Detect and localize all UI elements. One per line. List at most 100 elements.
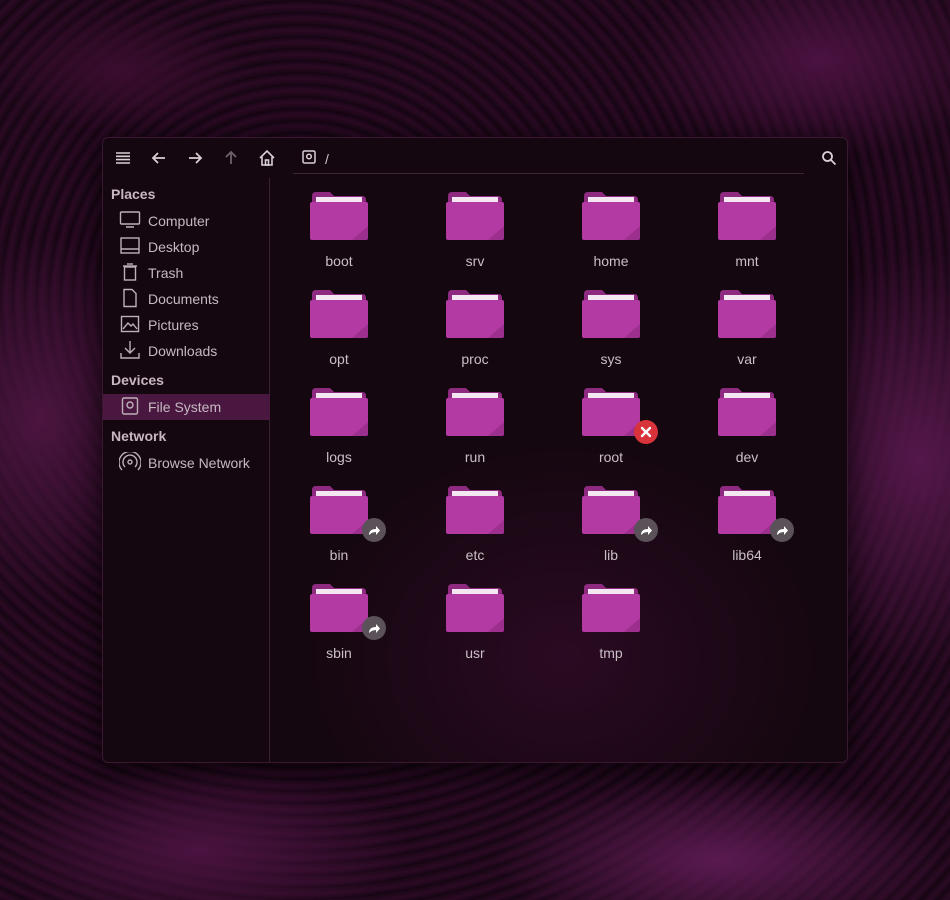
home-icon[interactable] xyxy=(255,146,279,170)
sidebar-item-pictures[interactable]: Pictures xyxy=(103,312,270,338)
folder-icon xyxy=(580,288,642,340)
sidebar-item-documents[interactable]: Documents xyxy=(103,286,270,312)
file-grid: boot srv home mnt opt proc sys var logs run root de… xyxy=(271,178,847,762)
folder-item-lib64[interactable]: lib64 xyxy=(697,472,797,563)
folder-item-sbin[interactable]: sbin xyxy=(289,570,389,661)
sidebar-item-label: Desktop xyxy=(148,239,200,255)
sidebar-item-label: Trash xyxy=(148,265,184,281)
desktop-icon xyxy=(119,236,141,259)
folder-label: lib xyxy=(603,547,618,563)
folder-item-bin[interactable]: bin xyxy=(289,472,389,563)
folder-item-opt[interactable]: opt xyxy=(289,276,389,367)
folder-label: sbin xyxy=(326,645,352,661)
sidebar-item-label: File System xyxy=(148,399,222,415)
symlink-emblem-icon xyxy=(362,616,386,640)
folder-item-run[interactable]: run xyxy=(425,374,525,465)
folder-label: run xyxy=(464,449,486,465)
folder-label: bin xyxy=(329,547,349,563)
folder-icon xyxy=(308,288,370,340)
arrow-right-icon[interactable] xyxy=(183,146,207,170)
folder-item-tmp[interactable]: tmp xyxy=(561,570,661,661)
sidebar-item-file-system[interactable]: File System xyxy=(103,394,270,420)
monitor-icon xyxy=(119,210,141,233)
arrow-left-icon[interactable] xyxy=(147,146,171,170)
devices-title: Devices xyxy=(111,372,164,388)
folder-label: dev xyxy=(735,449,759,465)
folder-icon xyxy=(308,484,386,542)
folder-icon xyxy=(580,582,642,634)
folder-label: logs xyxy=(326,449,352,465)
folder-icon xyxy=(444,484,506,536)
folder-label: var xyxy=(737,351,757,367)
folder-label: usr xyxy=(465,645,485,661)
folder-label: tmp xyxy=(599,645,623,661)
path-bar[interactable]: / xyxy=(293,144,804,174)
folder-item-srv[interactable]: srv xyxy=(425,178,525,269)
sidebar-item-browse-network[interactable]: Browse Network xyxy=(103,450,270,476)
folder-icon xyxy=(444,190,506,242)
folder-icon xyxy=(716,288,778,340)
picture-icon xyxy=(119,314,141,337)
folder-item-home[interactable]: home xyxy=(561,178,661,269)
folder-item-var[interactable]: var xyxy=(697,276,797,367)
path-text: / xyxy=(325,150,329,167)
folder-item-root[interactable]: root xyxy=(561,374,661,465)
folder-icon xyxy=(716,386,778,438)
folder-item-boot[interactable]: boot xyxy=(289,178,389,269)
trash-icon xyxy=(119,262,141,285)
no-access-emblem-icon xyxy=(634,420,658,444)
folder-item-usr[interactable]: usr xyxy=(425,570,525,661)
download-icon xyxy=(119,340,141,363)
folder-item-lib[interactable]: lib xyxy=(561,472,661,563)
folder-icon xyxy=(308,582,386,640)
sidebar-item-computer[interactable]: Computer xyxy=(103,208,270,234)
sidebar-item-label: Documents xyxy=(148,291,219,307)
folder-label: sys xyxy=(600,351,622,367)
folder-icon xyxy=(308,386,370,438)
sidebar-item-label: Pictures xyxy=(148,317,199,333)
toolbar: / xyxy=(103,138,847,178)
sidebar-item-desktop[interactable]: Desktop xyxy=(103,234,270,260)
document-icon xyxy=(119,288,141,311)
folder-label: proc xyxy=(461,351,489,367)
sidebar-item-label: Downloads xyxy=(148,343,218,359)
folder-item-logs[interactable]: logs xyxy=(289,374,389,465)
drive-icon xyxy=(301,149,317,168)
folder-label: lib64 xyxy=(732,547,762,563)
hamburger-menu-icon[interactable] xyxy=(111,146,135,170)
folder-icon xyxy=(580,190,642,242)
folder-label: etc xyxy=(465,547,485,563)
folder-icon xyxy=(716,484,794,542)
folder-item-etc[interactable]: etc xyxy=(425,472,525,563)
folder-item-dev[interactable]: dev xyxy=(697,374,797,465)
network-title: Network xyxy=(111,428,167,444)
folder-icon xyxy=(580,386,658,444)
sidebar-item-downloads[interactable]: Downloads xyxy=(103,338,270,364)
places-title: Places xyxy=(111,186,156,202)
folder-icon xyxy=(716,190,778,242)
folder-icon xyxy=(580,484,658,542)
folder-label: root xyxy=(598,449,624,465)
folder-icon xyxy=(444,288,506,340)
folder-label: opt xyxy=(329,351,349,367)
folder-icon xyxy=(308,190,370,242)
sidebar-item-label: Browse Network xyxy=(148,455,250,471)
folder-label: mnt xyxy=(735,253,759,269)
symlink-emblem-icon xyxy=(770,518,794,542)
folder-item-proc[interactable]: proc xyxy=(425,276,525,367)
folder-icon xyxy=(444,386,506,438)
folder-label: srv xyxy=(465,253,485,269)
folder-label: home xyxy=(593,253,629,269)
sidebar-item-trash[interactable]: Trash xyxy=(103,260,270,286)
network-icon xyxy=(118,450,142,475)
symlink-emblem-icon xyxy=(634,518,658,542)
folder-item-mnt[interactable]: mnt xyxy=(697,178,797,269)
arrow-up-icon[interactable] xyxy=(219,146,243,170)
drive-icon xyxy=(119,396,141,419)
sidebar-item-label: Computer xyxy=(148,213,210,229)
folder-item-sys[interactable]: sys xyxy=(561,276,661,367)
symlink-emblem-icon xyxy=(362,518,386,542)
search-icon[interactable] xyxy=(817,146,841,170)
folder-label: boot xyxy=(325,253,353,269)
folder-icon xyxy=(444,582,506,634)
